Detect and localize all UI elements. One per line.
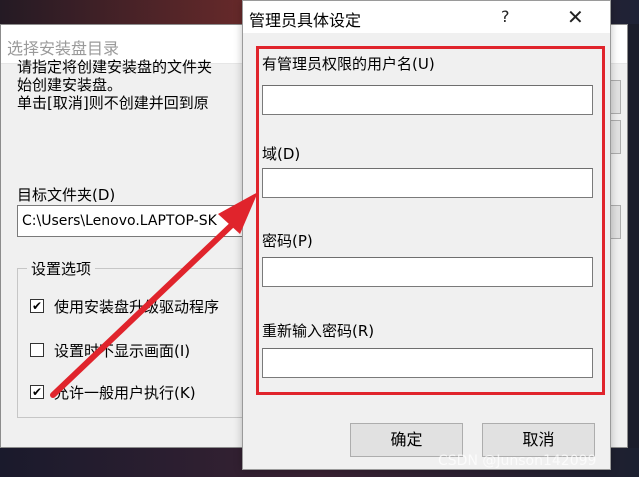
- watermark: CSDN @Junson142099: [438, 453, 597, 469]
- annotation-arrow-icon: [50, 192, 258, 398]
